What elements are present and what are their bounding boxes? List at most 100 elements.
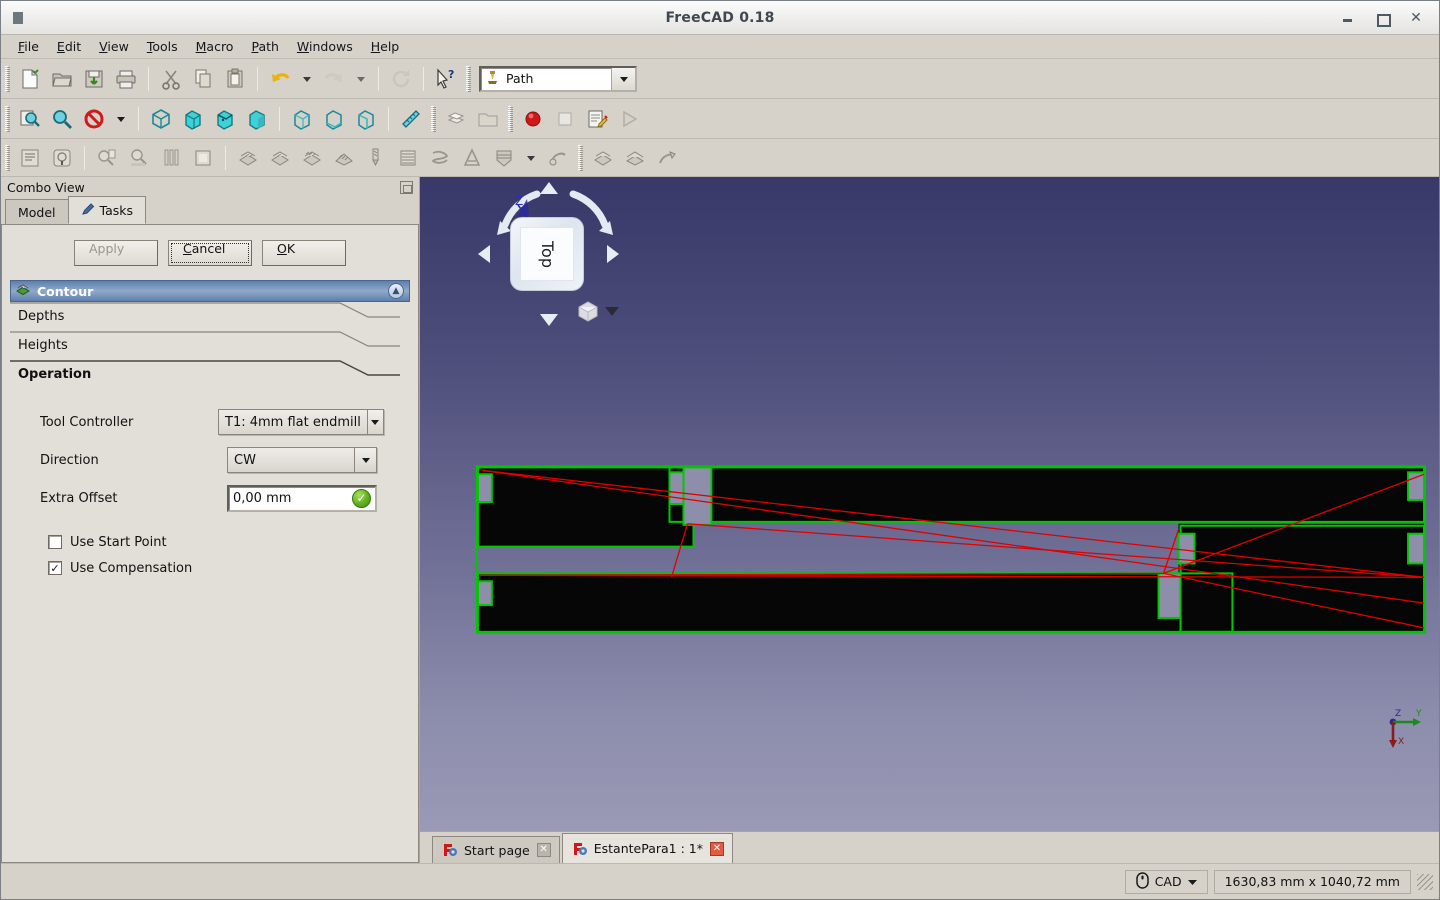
undo-dropdown-icon[interactable] bbox=[296, 64, 318, 94]
path-sanity-icon[interactable] bbox=[187, 143, 219, 173]
right-view-icon[interactable] bbox=[241, 104, 273, 134]
print-icon[interactable] bbox=[110, 64, 142, 94]
toolbar-grip[interactable] bbox=[4, 65, 11, 92]
measure-icon[interactable] bbox=[395, 104, 427, 134]
menu-view[interactable]: View bbox=[90, 36, 138, 57]
toolbar-grip[interactable] bbox=[507, 105, 514, 132]
path-surface-icon[interactable] bbox=[392, 143, 424, 173]
menu-macro[interactable]: Macro bbox=[187, 36, 243, 57]
menu-path[interactable]: Path bbox=[242, 36, 287, 57]
undo-icon[interactable] bbox=[264, 64, 296, 94]
std-views-icon[interactable] bbox=[440, 104, 472, 134]
checkbox-box[interactable]: ✓ bbox=[48, 561, 62, 575]
isometric-view-icon[interactable] bbox=[145, 104, 177, 134]
new-document-icon[interactable] bbox=[14, 64, 46, 94]
mdi-tab-start-page[interactable]: Start page ✕ bbox=[432, 836, 560, 863]
toolbar-path bbox=[1, 139, 1439, 177]
chevron-down-icon[interactable] bbox=[611, 67, 635, 90]
paste-icon[interactable] bbox=[219, 64, 251, 94]
path-drilling-icon[interactable] bbox=[360, 143, 392, 173]
apply-button[interactable]: Apply bbox=[74, 240, 158, 266]
path-pocket-icon[interactable] bbox=[264, 143, 296, 173]
folder-icon[interactable] bbox=[472, 104, 504, 134]
menu-help[interactable]: Help bbox=[362, 36, 409, 57]
path-job-icon[interactable] bbox=[14, 143, 46, 173]
rear-view-icon[interactable] bbox=[286, 104, 318, 134]
close-tab-icon[interactable]: ✕ bbox=[536, 843, 551, 857]
bottom-view-icon[interactable] bbox=[318, 104, 350, 134]
close-icon[interactable]: ✕ bbox=[1410, 11, 1422, 25]
tab-tasks[interactable]: Tasks bbox=[67, 196, 147, 224]
tab-model[interactable]: Model bbox=[5, 199, 69, 224]
refresh-icon[interactable] bbox=[385, 64, 417, 94]
front-view-icon[interactable] bbox=[177, 104, 209, 134]
toolbar-grip[interactable] bbox=[577, 144, 584, 171]
copy-icon[interactable] bbox=[187, 64, 219, 94]
menu-tools[interactable]: Tools bbox=[138, 36, 187, 57]
redo-dropdown-icon[interactable] bbox=[350, 64, 372, 94]
navigation-style-selector[interactable]: CAD bbox=[1124, 869, 1208, 894]
chevron-down-icon[interactable] bbox=[354, 448, 376, 472]
extra-offset-input[interactable]: 0,00 mm ✓ bbox=[227, 484, 377, 512]
chevron-double-up-icon[interactable]: ▲ bbox=[388, 283, 404, 299]
maximize-icon[interactable] bbox=[1376, 12, 1391, 27]
execute-macro-icon[interactable] bbox=[613, 104, 645, 134]
draw-style-dropdown-icon[interactable] bbox=[110, 104, 132, 134]
toolbar-grip[interactable] bbox=[465, 65, 472, 92]
contour-group-header[interactable]: Contour ▲ bbox=[10, 280, 410, 302]
checkbox-use-start-point[interactable]: Use Start Point bbox=[10, 529, 410, 555]
tool-controller-select[interactable]: T1: 4mm flat endmill bbox=[218, 409, 384, 435]
draw-style-icon[interactable] bbox=[78, 104, 110, 134]
edit-macro-icon[interactable] bbox=[581, 104, 613, 134]
stop-macro-icon[interactable] bbox=[549, 104, 581, 134]
cancel-button[interactable]: Cancel bbox=[168, 240, 252, 266]
workbench-selector[interactable]: Path bbox=[479, 65, 637, 92]
path-toolbit-library-icon[interactable] bbox=[155, 143, 187, 173]
group-heights[interactable]: Heights bbox=[10, 331, 410, 360]
resize-grip-icon[interactable] bbox=[1417, 873, 1433, 890]
path-helix-icon[interactable] bbox=[424, 143, 456, 173]
path-adaptive-icon[interactable] bbox=[456, 143, 488, 173]
path-engrave-icon[interactable] bbox=[488, 143, 520, 173]
path-simulator-icon[interactable] bbox=[123, 143, 155, 173]
menu-edit[interactable]: Edit bbox=[48, 36, 90, 57]
chevron-down-icon[interactable] bbox=[366, 410, 383, 434]
path-face-icon[interactable] bbox=[328, 143, 360, 173]
toolbar-grip[interactable] bbox=[4, 105, 11, 132]
path-engrave-dropdown-icon[interactable] bbox=[520, 143, 542, 173]
checkbox-use-compensation[interactable]: ✓ Use Compensation bbox=[10, 555, 410, 581]
path-contour-icon[interactable] bbox=[296, 143, 328, 173]
minimize-icon[interactable] bbox=[1342, 12, 1354, 24]
top-view-icon[interactable] bbox=[209, 104, 241, 134]
path-dressup-icon[interactable] bbox=[651, 143, 683, 173]
menu-windows[interactable]: Windows bbox=[288, 36, 362, 57]
cut-icon[interactable] bbox=[155, 64, 187, 94]
save-document-icon[interactable] bbox=[78, 64, 110, 94]
checkbox-box[interactable] bbox=[48, 535, 62, 549]
menu-file[interactable]: File bbox=[9, 36, 48, 57]
redo-icon[interactable] bbox=[318, 64, 350, 94]
path-deburr-icon[interactable] bbox=[542, 143, 574, 173]
zoom-box-icon[interactable] bbox=[46, 104, 78, 134]
path-post-process-icon[interactable] bbox=[46, 143, 78, 173]
chevron-down-icon[interactable] bbox=[1187, 874, 1197, 889]
group-operation[interactable]: Operation bbox=[10, 360, 410, 389]
path-inspect-icon[interactable] bbox=[91, 143, 123, 173]
path-array-icon[interactable] bbox=[587, 143, 619, 173]
path-copy-icon[interactable] bbox=[619, 143, 651, 173]
toolbar-grip[interactable] bbox=[430, 105, 437, 132]
close-tab-icon[interactable]: ✕ bbox=[709, 841, 724, 856]
whats-this-icon[interactable]: ? bbox=[430, 64, 462, 94]
open-document-icon[interactable] bbox=[46, 64, 78, 94]
ok-button[interactable]: OK bbox=[262, 240, 346, 266]
3d-viewport[interactable]: Z Top Z Y X bbox=[420, 177, 1439, 831]
left-view-icon[interactable] bbox=[350, 104, 382, 134]
direction-select[interactable]: CW bbox=[227, 447, 377, 473]
float-dock-icon[interactable] bbox=[400, 180, 413, 194]
group-depths[interactable]: Depths bbox=[10, 302, 410, 331]
path-profile-icon[interactable] bbox=[232, 143, 264, 173]
mdi-tab-estantepara1[interactable]: EstantePara1 : 1* ✕ bbox=[561, 833, 733, 863]
toolbar-grip[interactable] bbox=[4, 144, 11, 171]
fit-all-icon[interactable] bbox=[14, 104, 46, 134]
record-macro-icon[interactable] bbox=[517, 104, 549, 134]
